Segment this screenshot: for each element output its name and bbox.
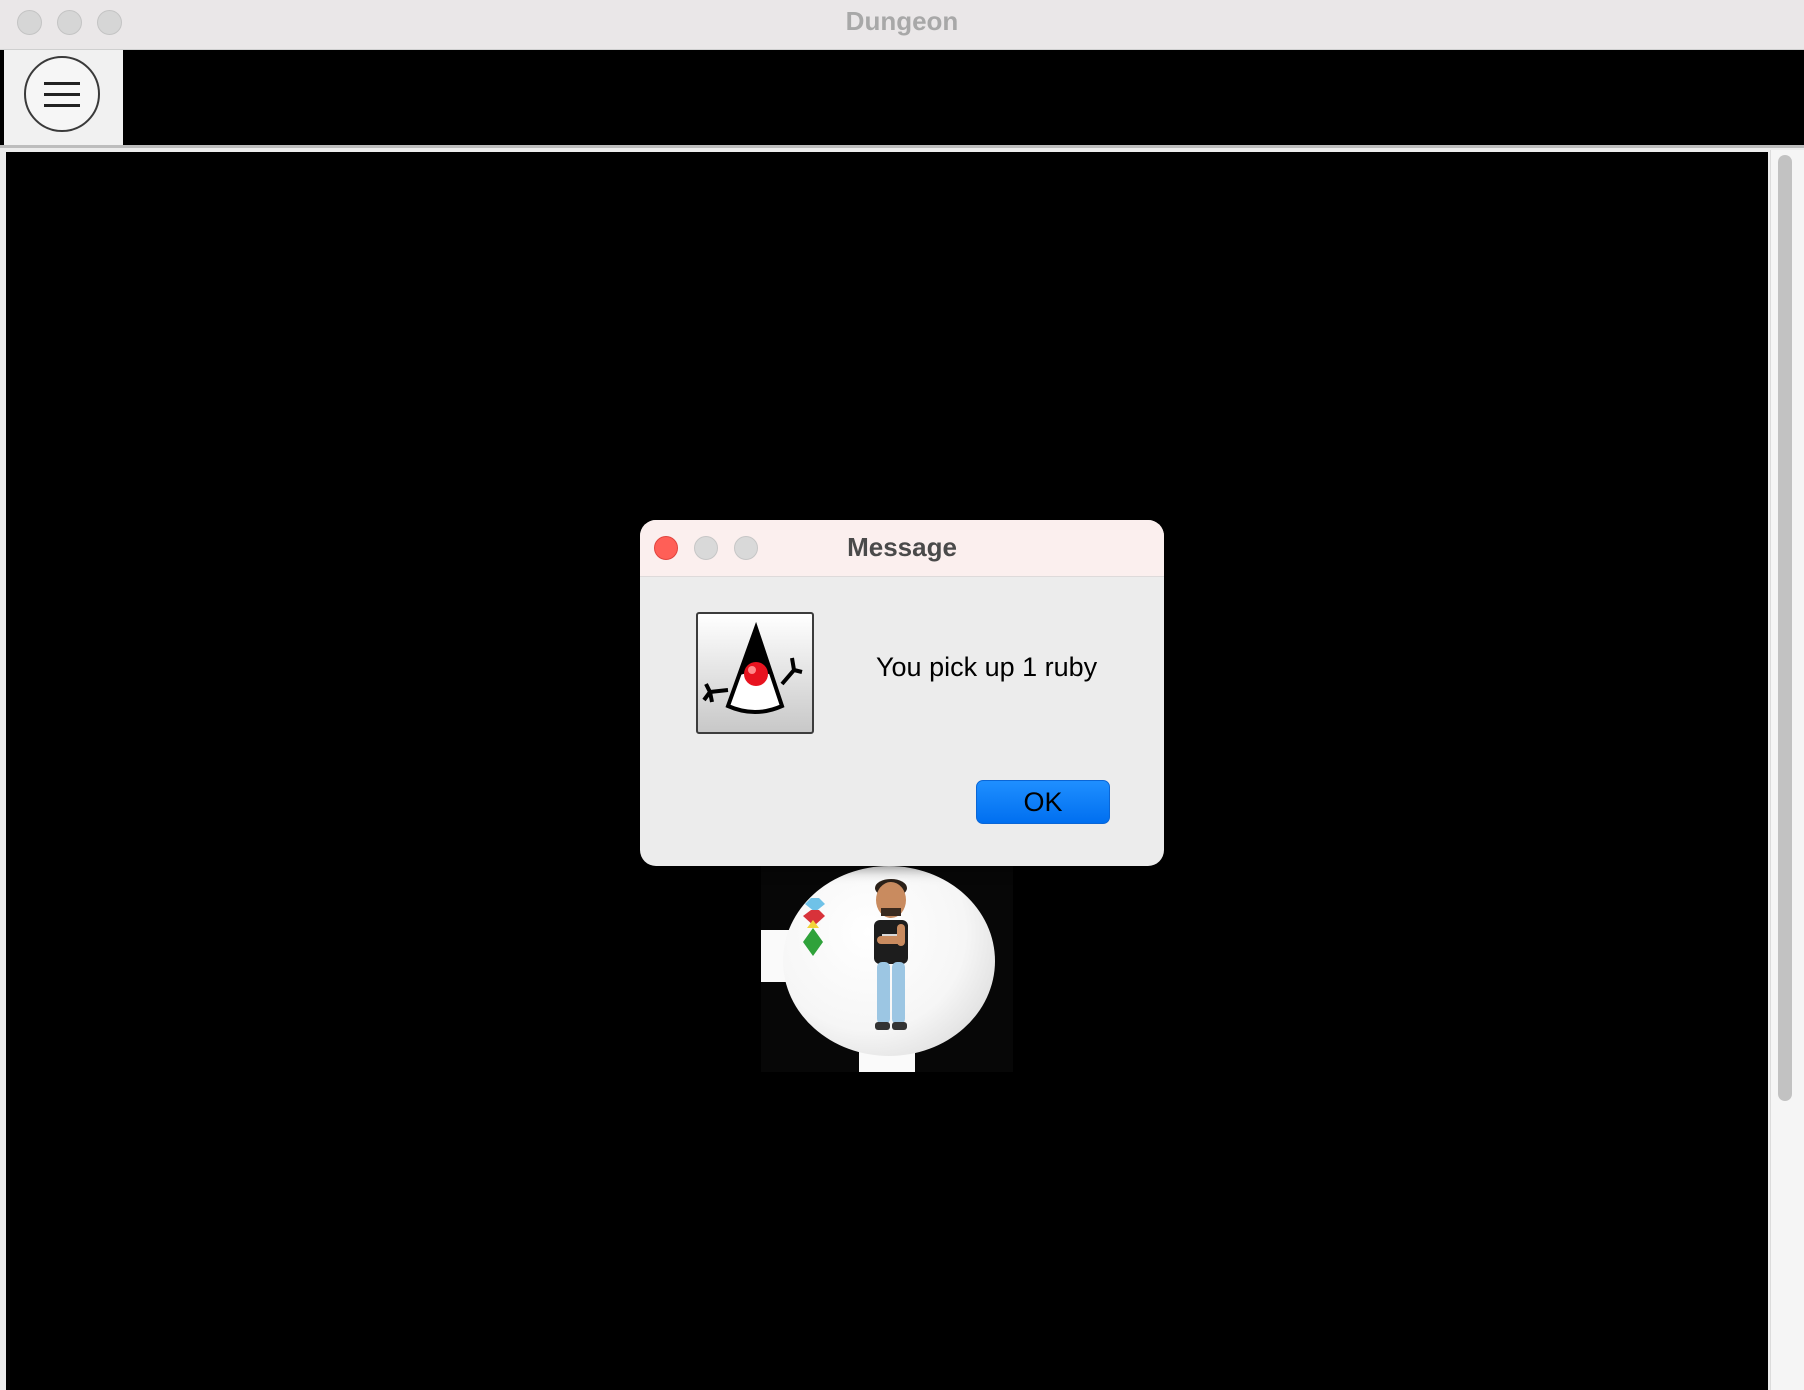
menu-panel (4, 50, 123, 145)
toolbar (0, 50, 1804, 147)
gem-icon (803, 898, 825, 956)
window-titlebar[interactable]: Dungeon (0, 0, 1804, 50)
hamburger-menu-icon (44, 104, 80, 107)
message-dialog: Message You pick up 1 ruby OK (640, 520, 1164, 866)
window-title: Dungeon (845, 6, 959, 36)
scrollbar-thumb[interactable] (1778, 155, 1792, 1101)
toolbar-divider (0, 145, 1804, 148)
dialog-titlebar[interactable]: Message (640, 520, 1164, 577)
hamburger-menu-icon (44, 82, 80, 85)
ok-button[interactable]: OK (976, 780, 1110, 824)
player-avatar (874, 879, 908, 1030)
dungeon-window: Dungeon Message You pick up 1 ruby OK (0, 0, 1804, 1390)
hamburger-menu-button[interactable] (24, 56, 100, 132)
dialog-title: Message (847, 532, 957, 562)
current-cave-cell (761, 862, 1013, 1072)
java-duke-icon (696, 612, 814, 734)
dialog-message: You pick up 1 ruby (876, 652, 1098, 682)
hamburger-menu-icon (44, 93, 80, 96)
